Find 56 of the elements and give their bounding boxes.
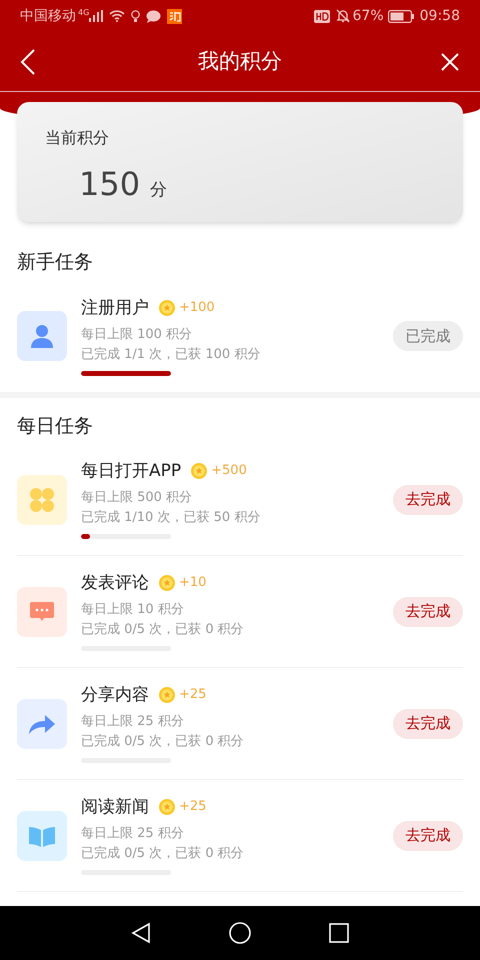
completed-button[interactable]: 已完成 (393, 321, 463, 351)
reward-points: +25 (179, 798, 206, 816)
coin-icon (159, 575, 175, 591)
recents-nav-icon[interactable] (329, 923, 349, 943)
complete-task-button[interactable]: 去完成 (393, 820, 463, 850)
daily-limit: 每日上限 10 积分 (81, 601, 185, 619)
back-nav-icon[interactable] (131, 922, 151, 944)
chat-icon (29, 600, 55, 622)
network-type: 4G (78, 7, 90, 19)
four-dots-icon (28, 486, 56, 514)
person-icon (28, 322, 56, 350)
app-notification-icon (167, 8, 182, 24)
progress-text: 已完成 0/5 次，已获 0 积分 (81, 845, 245, 863)
reward-points: +100 (179, 298, 215, 317)
progress-text: 已完成 0/5 次，已获 0 积分 (81, 733, 245, 751)
task-name: 每日打开APP (81, 460, 182, 482)
section-title: 每日任务 (17, 414, 94, 438)
home-nav-icon[interactable] (229, 922, 251, 944)
battery-percent: 67% (352, 6, 384, 26)
reward-points: +10 (179, 574, 206, 592)
hd-icon (314, 10, 330, 22)
task-name: 注册用户 (81, 296, 149, 318)
coin-icon (191, 463, 208, 479)
points-value: 150 (79, 164, 140, 205)
coin-icon (159, 687, 175, 703)
progress-text: 已完成 1/1 次，已获 100 积分 (81, 346, 262, 364)
daily-limit: 每日上限 25 积分 (81, 825, 185, 843)
points-unit: 分 (150, 179, 168, 202)
book-icon (28, 824, 56, 846)
task-name: 阅读新闻 (81, 796, 149, 818)
battery-icon (388, 10, 414, 22)
daily-limit: 每日上限 500 积分 (81, 489, 194, 507)
signal-icon (89, 10, 104, 22)
daily-limit: 每日上限 25 积分 (81, 713, 185, 731)
section-title: 新手任务 (17, 250, 94, 275)
muted-bell-icon (336, 9, 350, 23)
daily-limit: 每日上限 100 积分 (81, 326, 194, 344)
task-name: 发表评论 (81, 572, 149, 594)
clock-time: 09:58 (420, 6, 460, 26)
coin-icon (159, 799, 175, 815)
progress-text: 已完成 1/10 次，已获 50 积分 (81, 509, 262, 527)
progress-text: 已完成 0/5 次，已获 0 积分 (81, 621, 245, 639)
wifi-icon (109, 10, 126, 22)
complete-task-button[interactable]: 去完成 (393, 484, 463, 514)
reward-points: +25 (179, 686, 206, 704)
reward-points: +500 (211, 462, 247, 480)
complete-task-button[interactable]: 去完成 (393, 708, 463, 738)
points-label: 当前积分 (45, 127, 110, 149)
bulb-icon (131, 10, 140, 22)
task-name: 分享内容 (81, 684, 149, 706)
message-icon (146, 10, 162, 22)
carrier-name: 中国移动 (20, 6, 76, 26)
coin-icon (159, 300, 175, 316)
share-arrow-icon (28, 712, 56, 734)
complete-task-button[interactable]: 去完成 (393, 596, 463, 626)
page-title: 我的积分 (198, 48, 282, 75)
